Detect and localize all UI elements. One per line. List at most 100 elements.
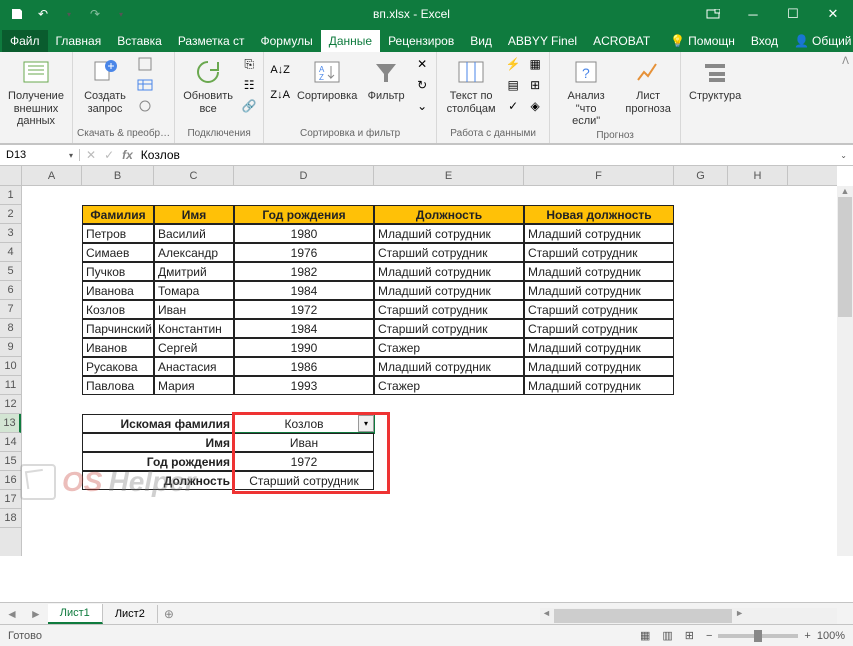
cell-C16[interactable]: Должность [82,471,234,490]
cell-F10[interactable]: Младший сотрудник [524,357,674,376]
filter-button[interactable]: Фильтр [362,54,410,105]
ribbon-opts-icon[interactable] [693,0,733,28]
cell-C15[interactable]: Год рождения [82,452,234,471]
sort-desc-icon[interactable]: Z↓A [268,83,292,107]
cell-E2[interactable]: Должность [374,205,524,224]
cell-E8[interactable]: Старший сотрудник [374,319,524,338]
cell-D3[interactable]: 1980 [234,224,374,243]
advanced-icon[interactable]: ⌄ [412,96,432,116]
cell-F9[interactable]: Младший сотрудник [524,338,674,357]
consolidate-icon[interactable]: ▦ [525,54,545,74]
view-layout-icon[interactable]: ▥ [662,629,672,642]
cell-B2[interactable]: Фамилия [82,205,154,224]
expand-fx-icon[interactable]: ⌄ [834,151,853,160]
redo-icon[interactable]: ↷ [86,5,104,23]
external-data-button[interactable]: Получение внешних данных [4,54,68,130]
maximize-icon[interactable]: ☐ [773,0,813,28]
col-header[interactable]: F [524,166,674,185]
tab-review[interactable]: Рецензиров [380,30,462,52]
vertical-scrollbar[interactable]: ▲ [837,186,853,556]
cell-D13[interactable]: Козлов [234,414,374,433]
cell-D6[interactable]: 1984 [234,281,374,300]
cell-F7[interactable]: Старший сотрудник [524,300,674,319]
tab-acrobat[interactable]: ACROBAT [585,30,658,52]
zoom-in-icon[interactable]: + [804,630,810,642]
share-button[interactable]: 👤Общий доступ [786,30,853,52]
horizontal-scrollbar[interactable]: ◄► [540,608,837,624]
signin-button[interactable]: Вход [743,30,786,52]
col-header[interactable]: H [728,166,788,185]
row-header[interactable]: 14 [0,433,21,452]
sheet-tab-2[interactable]: Лист2 [103,605,158,623]
reapply-icon[interactable]: ↻ [412,75,432,95]
row-header[interactable]: 8 [0,319,21,338]
row-header[interactable]: 16 [0,471,21,490]
cell-F3[interactable]: Младший сотрудник [524,224,674,243]
row-header[interactable]: 4 [0,243,21,262]
zoom-out-icon[interactable]: − [706,630,712,642]
minimize-icon[interactable]: ─ [733,0,773,28]
cell-F4[interactable]: Старший сотрудник [524,243,674,262]
outline-button[interactable]: Структура [685,54,745,105]
recent-sources-icon[interactable] [135,96,155,116]
clear-filter-icon[interactable]: ✕ [412,54,432,74]
col-header[interactable]: A [22,166,82,185]
cell-F5[interactable]: Младший сотрудник [524,262,674,281]
cell-F8[interactable]: Старший сотрудник [524,319,674,338]
undo-icon[interactable]: ↶ [34,5,52,23]
undo-dropdown-icon[interactable]: ▾ [60,5,78,23]
cell-D11[interactable]: 1993 [234,376,374,395]
connections-icon[interactable]: ⎘ [239,54,259,74]
cell-D15[interactable]: 1972 [234,452,374,471]
col-header[interactable]: G [674,166,728,185]
row-header[interactable]: 15 [0,452,21,471]
spreadsheet-grid[interactable]: ABCDEFGH 123456789101112131415161718 Фам… [0,166,853,556]
cell-C10[interactable]: Анастасия [154,357,234,376]
row-header[interactable]: 13 [0,414,21,433]
new-query-button[interactable]: Создать запрос [77,54,133,117]
cell-C6[interactable]: Томара [154,281,234,300]
fx-icon[interactable]: fx [122,148,133,162]
cancel-fx-icon[interactable]: ✕ [86,148,96,162]
col-header[interactable]: B [82,166,154,185]
sheet-nav-next-icon[interactable]: ► [24,607,48,621]
row-header[interactable]: 12 [0,395,21,414]
name-box[interactable]: D13▾ [0,149,80,161]
select-all-corner[interactable] [0,166,22,186]
row-header[interactable]: 5 [0,262,21,281]
row-header[interactable]: 1 [0,186,21,205]
tab-formulas[interactable]: Формулы [253,30,321,52]
row-header[interactable]: 6 [0,281,21,300]
cell-D8[interactable]: 1984 [234,319,374,338]
sort-asc-icon[interactable]: A↓Z [268,58,292,82]
cell-dropdown-icon[interactable]: ▾ [358,415,374,432]
cell-D10[interactable]: 1986 [234,357,374,376]
row-header[interactable]: 17 [0,490,21,509]
cell-E11[interactable]: Стажер [374,376,524,395]
accept-fx-icon[interactable]: ✓ [104,148,114,162]
tab-file[interactable]: Файл [2,30,48,52]
cell-C9[interactable]: Сергей [154,338,234,357]
cell-E6[interactable]: Младший сотрудник [374,281,524,300]
cell-C4[interactable]: Александр [154,243,234,262]
row-headers[interactable]: 123456789101112131415161718 [0,166,22,556]
cell-C14[interactable]: Имя [82,433,234,452]
relations-icon[interactable]: ⊞ [525,75,545,95]
cell-E9[interactable]: Стажер [374,338,524,357]
row-header[interactable]: 10 [0,357,21,376]
cell-B4[interactable]: Симаев [82,243,154,262]
cell-D7[interactable]: 1972 [234,300,374,319]
tab-abbyy[interactable]: ABBYY Finel [500,30,585,52]
cell-E7[interactable]: Старший сотрудник [374,300,524,319]
column-headers[interactable]: ABCDEFGH [22,166,837,186]
cell-B3[interactable]: Петров [82,224,154,243]
row-header[interactable]: 18 [0,509,21,528]
sort-button[interactable]: AZСортировка [294,54,360,105]
cell-D16[interactable]: Старший сотрудник [234,471,374,490]
edit-links-icon[interactable]: 🔗 [239,96,259,116]
cell-C7[interactable]: Иван [154,300,234,319]
col-header[interactable]: C [154,166,234,185]
cell-B5[interactable]: Пучков [82,262,154,281]
collapse-ribbon-icon[interactable]: ᐱ [842,56,849,67]
close-icon[interactable]: ✕ [813,0,853,28]
